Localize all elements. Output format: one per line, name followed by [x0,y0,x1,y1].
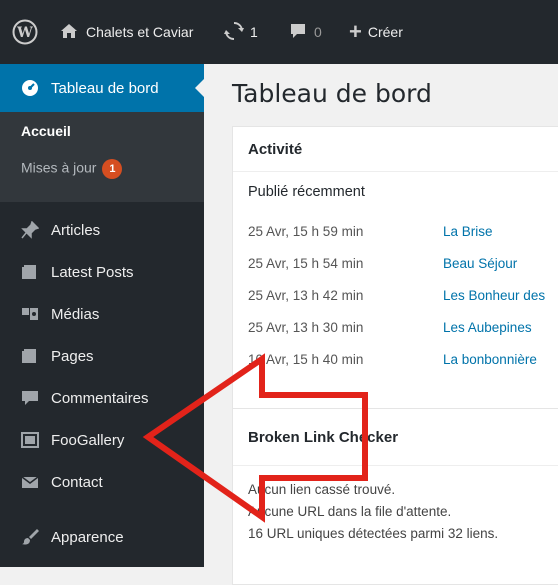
blc-line: Aucun lien cassé trouvé. [248,482,396,497]
activity-date: 10 Avr, 15 h 40 min [248,352,364,367]
submenu-updates[interactable]: Mises à jour 1 [21,159,123,179]
mail-icon [21,473,39,491]
pin-icon [21,221,39,239]
menu-foogallery[interactable]: FooGallery [0,420,204,460]
media-icon [21,305,39,323]
submenu-home[interactable]: Accueil [21,123,71,139]
gallery-icon [21,431,39,449]
menu-medias[interactable]: Médias [0,294,204,334]
menu-articles-label: Articles [51,221,101,239]
activity-date: 25 Avr, 15 h 59 min [248,224,364,239]
blc-line: Aucune URL dans la file d'attente. [248,504,452,519]
activity-date: 25 Avr, 13 h 30 min [248,320,364,335]
updates-count: 1 [250,24,258,40]
activity-header[interactable]: Activité [233,127,558,172]
comments-count: 0 [314,24,322,40]
broken-link-checker-widget: Broken Link Checker Aucun lien cassé tro… [232,408,558,585]
comment-bubble-icon [290,23,306,42]
updates-badge: 1 [102,159,123,179]
activity-link[interactable]: Les Bonheur des [443,288,545,303]
menu-dashboard-label: Tableau de bord [51,79,159,97]
menu-dashboard[interactable]: Tableau de bord [0,64,205,112]
activity-link[interactable]: Les Aubepines [443,320,532,335]
menu-apparence[interactable]: Apparence [0,517,204,557]
brush-icon [21,528,39,546]
svg-text:W: W [16,25,33,41]
comments-link[interactable]: 0 [290,0,322,64]
main-content: Tableau de bord Activité Publié récemmen… [204,64,558,585]
plus-icon: + [349,19,362,44]
activity-link[interactable]: La Brise [443,224,493,239]
menu-contact-label: Contact [51,473,103,491]
menu-pages[interactable]: Pages [0,336,204,376]
menu-latest-posts[interactable]: Latest Posts [0,252,204,292]
menu-latest-posts-label: Latest Posts [51,263,134,281]
page-icon [21,347,39,365]
menu-commentaires-label: Commentaires [51,389,149,407]
comment-icon [21,389,39,407]
menu-commentaires[interactable]: Commentaires [0,378,204,418]
dashboard-submenu: Accueil Mises à jour 1 [0,112,204,202]
menu-contact[interactable]: Contact [0,462,204,502]
admin-bar: W Chalets et Caviar 1 0 + Créer [0,0,558,64]
blc-line: 16 URL uniques détectées parmi 32 liens. [248,526,499,541]
activity-date: 25 Avr, 15 h 54 min [248,256,364,271]
menu-articles[interactable]: Articles [0,210,204,250]
admin-sidebar: Tableau de bord Accueil Mises à jour 1 Ar… [0,64,205,567]
blc-header[interactable]: Broken Link Checker [233,409,558,466]
posts-icon [21,263,39,281]
menu-apparence-label: Apparence [51,528,124,546]
activity-title: Activité [248,141,303,158]
dashboard-icon [21,79,39,97]
updates-link[interactable]: 1 [224,0,258,64]
site-name-link[interactable]: Chalets et Caviar [60,0,193,64]
submenu-updates-label: Mises à jour [21,159,97,176]
wordpress-logo-icon[interactable]: W [12,0,38,64]
new-label: Créer [367,24,403,40]
activity-subtitle: Publié récemment [248,184,365,200]
blc-title: Broken Link Checker [248,429,399,446]
page-title: Tableau de bord [232,79,432,108]
menu-pages-label: Pages [51,347,94,365]
refresh-icon [224,21,244,43]
activity-date: 25 Avr, 13 h 42 min [248,288,364,303]
activity-widget: Activité Publié récemment 25 Avr, 15 h 5… [232,126,558,424]
activity-link[interactable]: La bonbonnière [443,352,537,367]
site-name: Chalets et Caviar [86,24,194,40]
menu-medias-label: Médias [51,305,100,323]
new-content-link[interactable]: + Créer [349,0,403,64]
activity-link[interactable]: Beau Séjour [443,256,517,271]
home-icon [60,23,78,42]
menu-foogallery-label: FooGallery [51,431,125,449]
